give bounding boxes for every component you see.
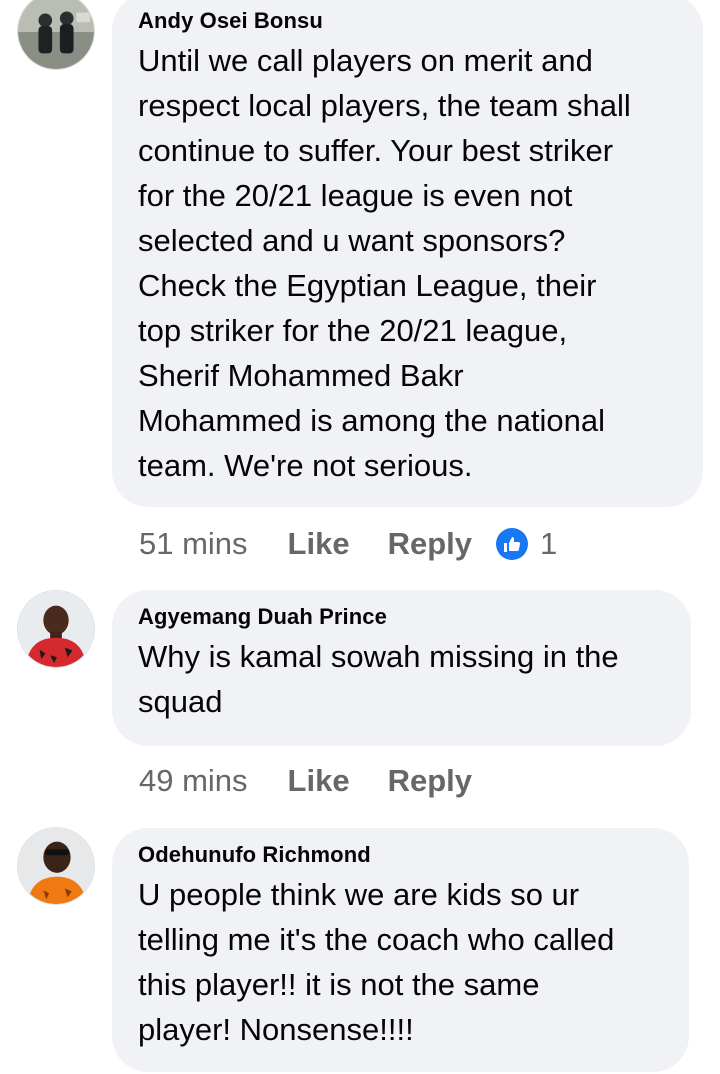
thumbs-up-icon xyxy=(496,528,528,560)
avatar[interactable] xyxy=(17,0,95,70)
comment-text: Why is kamal sowah missing in the squad xyxy=(138,639,619,719)
comment-bubble: Odehunufo Richmond U people think we are… xyxy=(112,828,689,1072)
comment-author[interactable]: Agyemang Duah Prince xyxy=(138,602,667,632)
like-button[interactable]: Like xyxy=(288,763,350,799)
user-photo-icon xyxy=(18,828,94,904)
comment-timestamp[interactable]: 49 mins xyxy=(139,763,248,799)
comment-bubble: Andy Osei Bonsu Until we call players on… xyxy=(112,0,703,507)
comment-text: Until we call players on merit and respe… xyxy=(138,43,631,483)
comment-actions: 51 mins Like Reply 1 xyxy=(139,524,557,564)
comment-timestamp[interactable]: 51 mins xyxy=(139,526,248,562)
comment-author[interactable]: Odehunufo Richmond xyxy=(138,840,665,870)
reaction-summary[interactable]: 1 xyxy=(496,526,557,562)
reply-button[interactable]: Reply xyxy=(388,526,472,562)
comment-bubble: Agyemang Duah Prince Why is kamal sowah … xyxy=(112,590,691,746)
avatar[interactable] xyxy=(17,827,95,905)
comment-actions: 49 mins Like Reply xyxy=(139,761,472,801)
avatar[interactable] xyxy=(17,590,95,668)
user-photo-icon xyxy=(18,0,94,69)
like-button[interactable]: Like xyxy=(288,526,350,562)
reaction-count: 1 xyxy=(540,526,558,561)
reply-button[interactable]: Reply xyxy=(388,763,472,799)
comment-author[interactable]: Andy Osei Bonsu xyxy=(138,6,679,36)
comment-text: U people think we are kids so ur telling… xyxy=(138,877,615,1047)
user-photo-icon xyxy=(18,591,94,667)
